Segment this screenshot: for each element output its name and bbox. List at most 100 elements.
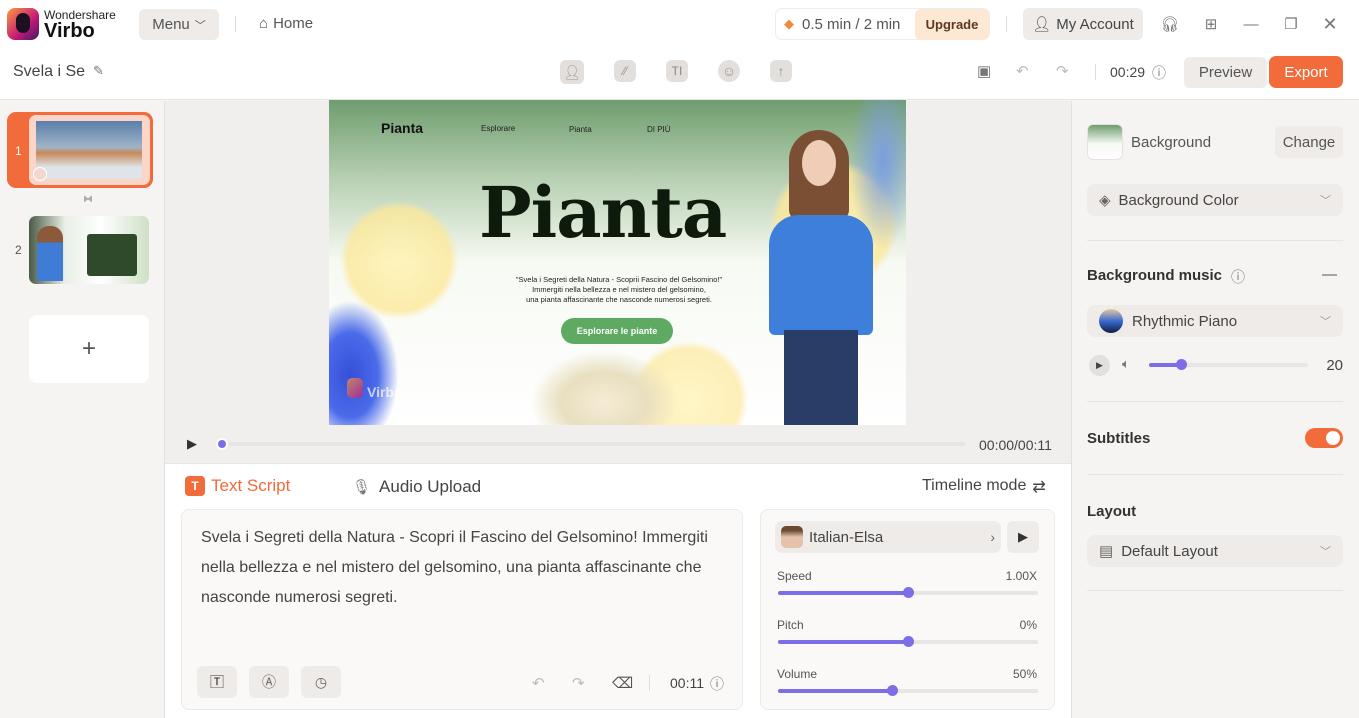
chevron-down-icon: ﹀ — [1320, 316, 1331, 328]
tab-label: Text Script — [211, 476, 291, 495]
tab-audio-upload[interactable]: 🎙︎ Audio Upload — [352, 477, 481, 497]
script-text[interactable]: Svela i Segreti della Natura - Scopri il… — [201, 523, 711, 613]
speed-label: Speed — [777, 569, 812, 583]
divider — [1087, 474, 1343, 475]
play-voice-button[interactable]: ▶ — [1007, 521, 1039, 553]
undo-icon[interactable]: ↶ — [532, 674, 545, 692]
divider — [649, 675, 650, 691]
apps-grid-icon[interactable]: ⊞ — [1201, 14, 1221, 34]
help-icon[interactable]: ⓘ — [1231, 267, 1245, 287]
divider — [1095, 64, 1096, 80]
volume-value: 50% — [1012, 667, 1037, 681]
redo-icon[interactable]: ↷ — [572, 674, 585, 692]
flower-decoration — [329, 300, 399, 425]
layout-dropdown[interactable]: ▤ Default Layout ﹀ — [1087, 535, 1343, 567]
volume-slider[interactable] — [778, 685, 1038, 696]
export-button[interactable]: Export — [1269, 56, 1343, 88]
usage-pill: ◆ 0.5 min / 2 min Upgrade — [775, 8, 990, 40]
my-account-button[interactable]: 👤︎ My Account — [1023, 8, 1143, 40]
text-tool-icon[interactable]: TI — [666, 60, 688, 82]
divider — [1087, 240, 1343, 241]
upgrade-button[interactable]: Upgrade — [915, 8, 989, 40]
dropdown-label: Rhythmic Piano — [1132, 312, 1238, 330]
music-volume-value: 20 — [1326, 357, 1343, 374]
slide-1[interactable]: 1 — [7, 112, 153, 188]
redo-icon[interactable]: ↷ — [1056, 62, 1069, 80]
script-duration: 00:11 — [670, 675, 704, 691]
voice-panel: Italian-Elsa › ▶ Speed 1.00X Pitch 0% Vo… — [760, 509, 1055, 710]
voice-avatar — [781, 526, 803, 548]
subtitles-toggle[interactable] — [1305, 428, 1343, 448]
slide-number: 1 — [15, 144, 22, 158]
speed-slider[interactable] — [778, 587, 1038, 598]
pause-clock-icon[interactable]: ◷ — [301, 666, 341, 698]
divider — [235, 16, 236, 32]
minimize-icon[interactable]: — — [1241, 14, 1261, 34]
ai-write-icon[interactable]: Ⓐ — [249, 666, 289, 698]
virbo-logo-icon — [7, 8, 39, 40]
avatar — [37, 226, 63, 281]
home-icon: ⌂ — [259, 15, 269, 32]
sticker-tool-icon[interactable]: ☺ — [718, 60, 740, 82]
clear-icon[interactable]: ⌫ — [612, 674, 633, 692]
canvas-headline: Pianta — [479, 171, 727, 254]
microphone-icon: 🎙︎ — [352, 479, 372, 496]
add-slide-button[interactable]: + — [29, 315, 149, 383]
tab-label: Audio Upload — [379, 477, 482, 496]
music-volume-slider[interactable] — [1149, 359, 1308, 370]
help-icon[interactable]: ⓘ — [1152, 63, 1166, 83]
timeline-mode-button[interactable]: Timeline mode ⇄ — [922, 477, 1046, 497]
avatar-face — [802, 140, 836, 186]
change-background-button[interactable]: Change — [1275, 126, 1343, 158]
headset-icon[interactable]: 🎧︎ — [1160, 14, 1180, 34]
chevron-right-icon: › — [990, 529, 995, 545]
transition-icon[interactable]: ⧓ — [83, 194, 93, 205]
dropdown-label: Default Layout — [1121, 542, 1218, 560]
insert-text-icon[interactable]: 🅃 — [197, 666, 237, 698]
music-cover — [1099, 309, 1123, 333]
home-link[interactable]: ⌂ Home — [259, 15, 313, 32]
undo-icon[interactable]: ↶ — [1016, 62, 1029, 80]
usage-text: 0.5 min / 2 min — [802, 15, 901, 33]
background-tool-icon[interactable]: ⁄⁄ — [614, 60, 636, 82]
background-color-dropdown[interactable]: ◈ Background Color ﹀ — [1087, 184, 1343, 216]
playback-progress[interactable] — [216, 438, 965, 450]
background-music-title: Background music — [1087, 267, 1223, 284]
chevron-down-icon: ﹀ — [1320, 195, 1331, 207]
canvas-line: una pianta affascinante che nasconde num… — [526, 295, 712, 304]
background-thumbnail — [1087, 124, 1123, 160]
avatar-tool-icon[interactable]: 👤︎ — [560, 60, 584, 84]
subtitles-label: Subtitles — [1087, 430, 1151, 447]
restore-icon[interactable]: ❐ — [1281, 14, 1301, 34]
play-icon[interactable]: ▶ — [187, 436, 197, 452]
video-canvas[interactable]: Pianta Esplorare Pianta DI PIÙ Pianta "S… — [329, 100, 906, 425]
speed-value: 1.00X — [1005, 569, 1037, 583]
play-music-button[interactable]: ▶ — [1089, 355, 1110, 376]
close-icon[interactable]: ✕ — [1320, 14, 1340, 34]
canvas-nav-item: DI PIÙ — [647, 125, 671, 134]
edit-icon[interactable]: ✎ — [93, 63, 104, 79]
avatar — [33, 167, 47, 181]
pitch-value: 0% — [1019, 618, 1037, 632]
dropdown-label: Background Color — [1118, 191, 1239, 209]
preview-button[interactable]: Preview — [1184, 57, 1267, 88]
pitch-slider[interactable] — [778, 636, 1038, 647]
project-name[interactable]: Svela i Se — [13, 63, 85, 81]
speaker-icon[interactable]: 🔈︎ — [1122, 356, 1130, 372]
canvas-cta-button: Esplorare le piante — [561, 318, 673, 344]
music-dropdown[interactable]: Rhythmic Piano ﹀ — [1087, 305, 1343, 337]
menu-button[interactable]: Menu ﹀ — [139, 9, 219, 40]
canvas-nav-logo: Pianta — [381, 120, 424, 136]
script-editor[interactable]: Svela i Segreti della Natura - Scopri il… — [181, 509, 743, 710]
upload-tool-icon[interactable]: ↑ — [770, 60, 792, 82]
divider — [1087, 590, 1343, 591]
user-icon: 👤︎ — [1032, 16, 1052, 33]
brand-name: Virbo — [44, 20, 95, 42]
voice-selector[interactable]: Italian-Elsa › — [775, 521, 1001, 553]
collapse-icon[interactable]: — — [1322, 266, 1337, 283]
slide-2[interactable] — [29, 216, 149, 284]
tab-text-script[interactable]: T Text Script — [185, 476, 290, 496]
save-icon[interactable]: ▣ — [977, 62, 991, 80]
help-icon[interactable]: ⓘ — [710, 674, 724, 694]
layout-label: Layout — [1087, 503, 1137, 520]
